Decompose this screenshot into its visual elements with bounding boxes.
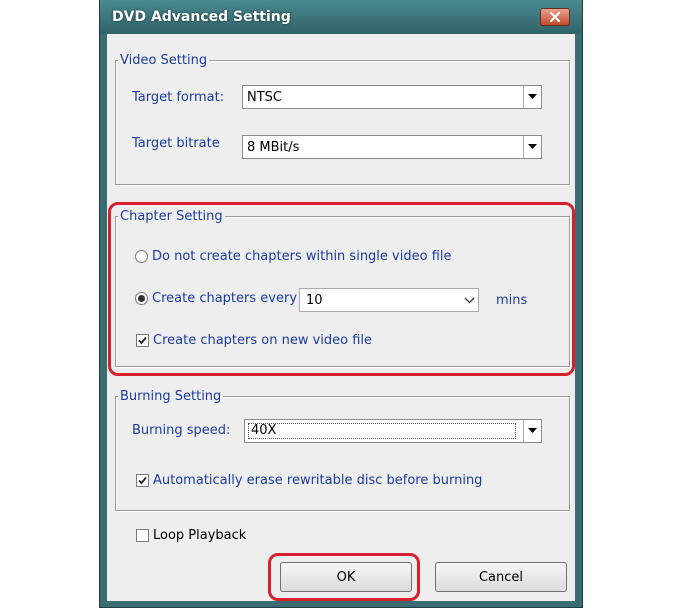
dialog-client-area: Video Setting Target format: NTSC Target… bbox=[107, 34, 575, 601]
chapter-setting-legend: Chapter Setting bbox=[120, 209, 223, 224]
close-button[interactable] bbox=[540, 8, 570, 26]
chapter-interval-unit: mins bbox=[496, 293, 528, 308]
loop-playback-checkbox[interactable] bbox=[136, 529, 149, 542]
loop-playback-label[interactable]: Loop Playback bbox=[153, 528, 246, 543]
burning-speed-value: 40X bbox=[248, 423, 516, 439]
chapter-interval-dropdown-button[interactable] bbox=[460, 289, 478, 311]
auto-erase-checkbox[interactable] bbox=[136, 474, 149, 487]
ok-button[interactable]: OK bbox=[280, 562, 412, 592]
burning-speed-label: Burning speed: bbox=[132, 423, 231, 438]
dialog-title: DVD Advanced Setting bbox=[112, 9, 291, 25]
video-setting-group: Video Setting bbox=[115, 53, 570, 185]
target-format-dropdown-button[interactable] bbox=[523, 86, 541, 108]
burning-speed-dropdown-button[interactable] bbox=[523, 420, 541, 442]
burning-speed-select[interactable]: 40X bbox=[244, 419, 542, 443]
auto-erase-label[interactable]: Automatically erase rewritable disc befo… bbox=[153, 473, 482, 488]
chapters-new-file-checkbox[interactable] bbox=[136, 334, 149, 347]
target-bitrate-select[interactable]: 8 MBit/s bbox=[242, 135, 542, 159]
checkmark-icon bbox=[138, 336, 147, 345]
no-chapters-label[interactable]: Do not create chapters within single vid… bbox=[152, 249, 452, 264]
chapter-interval-select[interactable]: 10 bbox=[299, 288, 479, 312]
target-bitrate-label: Target bitrate bbox=[132, 136, 220, 151]
triangle-down-icon bbox=[528, 144, 537, 149]
target-format-value: NTSC bbox=[247, 90, 282, 105]
no-chapters-radio[interactable] bbox=[135, 250, 148, 263]
chapters-every-label[interactable]: Create chapters every bbox=[152, 291, 297, 306]
cancel-button[interactable]: Cancel bbox=[435, 562, 567, 592]
triangle-down-icon bbox=[528, 94, 537, 99]
target-format-select[interactable]: NTSC bbox=[242, 85, 542, 109]
target-bitrate-value: 8 MBit/s bbox=[247, 140, 300, 155]
video-setting-legend: Video Setting bbox=[120, 53, 208, 68]
burning-setting-legend: Burning Setting bbox=[120, 389, 222, 404]
checkmark-icon bbox=[138, 476, 147, 485]
triangle-down-icon bbox=[528, 428, 537, 433]
burning-setting-group: Burning Setting bbox=[115, 389, 570, 511]
target-bitrate-dropdown-button[interactable] bbox=[523, 136, 541, 158]
target-format-label: Target format: bbox=[132, 90, 225, 105]
chapter-interval-value: 10 bbox=[306, 293, 323, 308]
chapters-new-file-label[interactable]: Create chapters on new video file bbox=[153, 333, 372, 348]
close-icon bbox=[550, 12, 560, 22]
chevron-down-icon bbox=[464, 297, 474, 303]
dvd-advanced-setting-dialog: DVD Advanced Setting Video Setting Targe… bbox=[99, 0, 583, 608]
chapters-every-radio[interactable] bbox=[135, 292, 148, 305]
title-bar[interactable]: DVD Advanced Setting bbox=[100, 0, 582, 34]
